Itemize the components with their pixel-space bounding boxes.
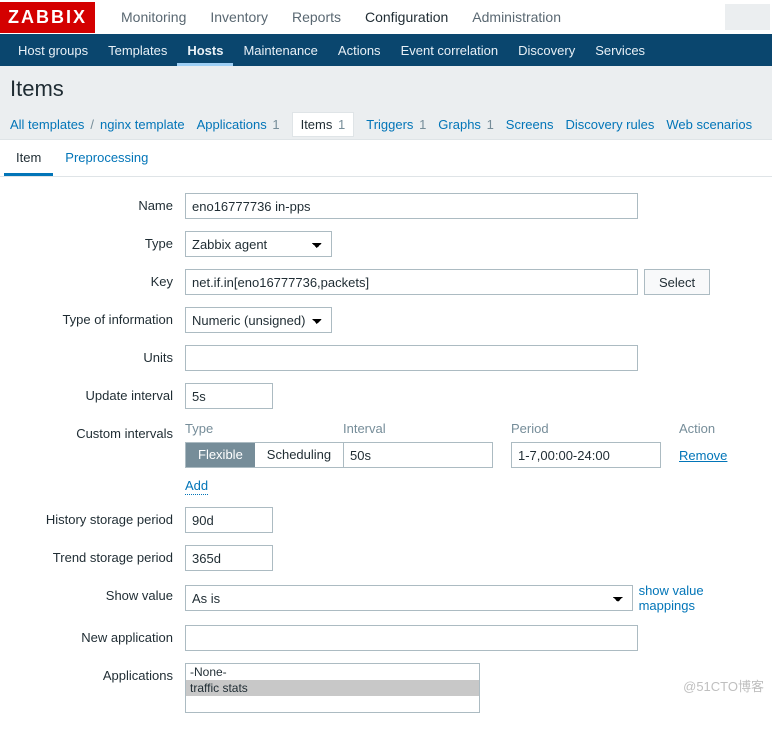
subnav-templates[interactable]: Templates [98, 35, 177, 66]
sub-nav: Host groups Templates Hosts Maintenance … [0, 34, 772, 66]
label-name: Name [10, 193, 185, 213]
applications-option-none[interactable]: -None- [186, 664, 479, 680]
history-input[interactable] [185, 507, 273, 533]
nav-configuration[interactable]: Configuration [353, 0, 460, 34]
label-applications: Applications [10, 663, 185, 683]
label-type: Type [10, 231, 185, 251]
nav-administration[interactable]: Administration [460, 0, 573, 34]
item-form: Name Type Zabbix agent Key Select Type o… [0, 176, 772, 735]
subnav-hostgroups[interactable]: Host groups [8, 35, 98, 66]
name-input[interactable] [185, 193, 638, 219]
label-type-info: Type of information [10, 307, 185, 327]
units-input[interactable] [185, 345, 638, 371]
bc-graphs-count: 1 [487, 117, 494, 132]
tab-preprocessing[interactable]: Preprocessing [53, 140, 160, 176]
bc-screens[interactable]: Screens [506, 117, 554, 132]
page-title: Items [10, 76, 762, 102]
show-value-select[interactable]: As is [185, 585, 633, 611]
label-history: History storage period [10, 507, 185, 527]
subnav-eventcorrelation[interactable]: Event correlation [391, 35, 509, 66]
subnav-maintenance[interactable]: Maintenance [233, 35, 327, 66]
trend-input[interactable] [185, 545, 273, 571]
label-units: Units [10, 345, 185, 365]
nav-reports[interactable]: Reports [280, 0, 353, 34]
type-select[interactable]: Zabbix agent [185, 231, 332, 257]
bc-host[interactable]: nginx template [100, 117, 185, 132]
label-show-value: Show value [10, 583, 185, 603]
bc-graphs[interactable]: Graphs [438, 117, 481, 132]
breadcrumb: All templates / nginx template Applicati… [10, 112, 762, 137]
ci-head-period: Period [511, 421, 669, 442]
subnav-actions[interactable]: Actions [328, 35, 391, 66]
applications-listbox[interactable]: -None- traffic stats [185, 663, 480, 713]
ci-remove-link[interactable]: Remove [679, 448, 727, 463]
bc-discovery-rules[interactable]: Discovery rules [566, 117, 655, 132]
label-new-application: New application [10, 625, 185, 645]
update-interval-input[interactable] [185, 383, 273, 409]
zabbix-logo[interactable]: ZABBIX [0, 2, 95, 33]
key-input[interactable] [185, 269, 638, 295]
bc-applications-count: 1 [272, 117, 279, 132]
ci-head-action: Action [679, 421, 739, 442]
label-update-interval: Update interval [10, 383, 185, 403]
ci-add-link[interactable]: Add [185, 478, 208, 495]
subnav-discovery[interactable]: Discovery [508, 35, 585, 66]
subnav-services[interactable]: Services [585, 35, 655, 66]
new-application-input[interactable] [185, 625, 638, 651]
ci-flexible-button[interactable]: Flexible [186, 443, 255, 467]
tabs: Item Preprocessing [0, 139, 772, 176]
show-value-mappings-link[interactable]: show value mappings [639, 583, 762, 613]
select-button[interactable]: Select [644, 269, 710, 295]
bc-triggers[interactable]: Triggers [366, 117, 413, 132]
ci-type-segmented: Flexible Scheduling [185, 442, 344, 468]
label-custom-intervals: Custom intervals [10, 421, 185, 441]
ci-interval-input[interactable] [343, 442, 493, 468]
bc-all-templates[interactable]: All templates [10, 117, 84, 132]
ci-period-input[interactable] [511, 442, 661, 468]
bc-triggers-count: 1 [419, 117, 426, 132]
ci-head-interval: Interval [343, 421, 501, 442]
label-trend: Trend storage period [10, 545, 185, 565]
applications-option-traffic-stats[interactable]: traffic stats [186, 680, 479, 696]
type-info-select[interactable]: Numeric (unsigned) [185, 307, 332, 333]
ci-head-type: Type [185, 421, 333, 442]
watermark: @51CTO博客 [683, 676, 764, 695]
subnav-hosts[interactable]: Hosts [177, 35, 233, 66]
top-nav: Monitoring Inventory Reports Configurati… [109, 0, 725, 34]
bc-applications[interactable]: Applications [197, 117, 267, 132]
nav-monitoring[interactable]: Monitoring [109, 0, 198, 34]
label-key: Key [10, 269, 185, 289]
bc-items-current: Items 1 [292, 112, 355, 137]
tab-item[interactable]: Item [4, 140, 53, 176]
search-input[interactable] [725, 4, 770, 30]
bc-sep: / [90, 117, 94, 132]
ci-scheduling-button[interactable]: Scheduling [255, 443, 343, 467]
nav-inventory[interactable]: Inventory [198, 0, 280, 34]
bc-web-scenarios[interactable]: Web scenarios [666, 117, 752, 132]
